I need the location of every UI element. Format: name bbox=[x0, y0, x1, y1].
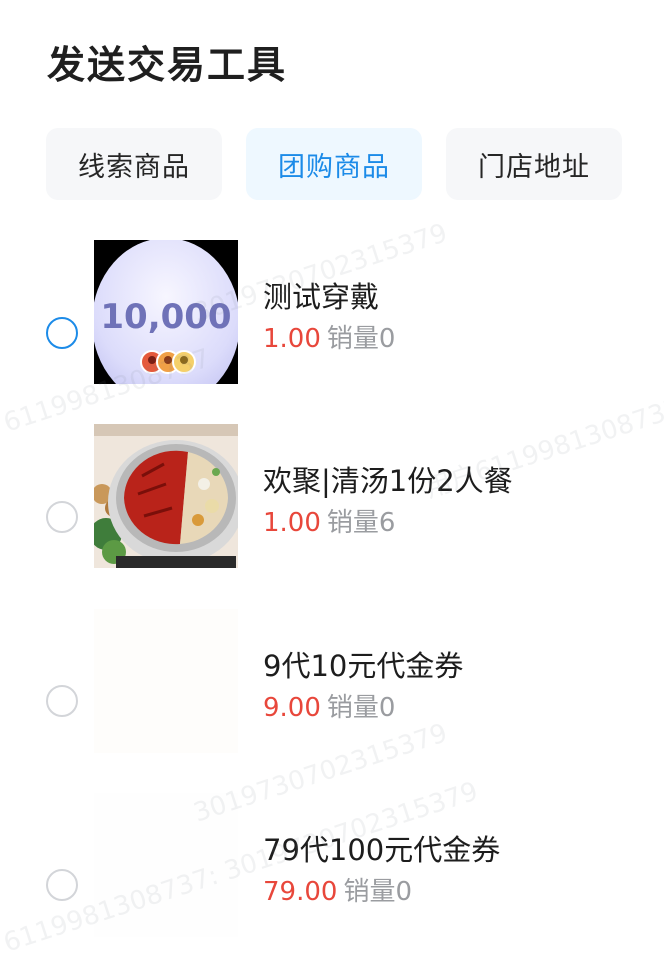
product-thumbnail bbox=[94, 424, 238, 568]
product-meta: 79.00 销量0 bbox=[263, 871, 412, 908]
product-price: 9.00 bbox=[263, 693, 321, 723]
product-meta: 9.00 销量0 bbox=[263, 687, 395, 724]
tool-tabs: 线索商品 团购商品 门店地址 bbox=[46, 128, 622, 200]
product-radio[interactable] bbox=[46, 685, 78, 717]
product-name: 9代10元代金券 bbox=[263, 649, 464, 683]
product-name: 测试穿戴 bbox=[263, 280, 380, 314]
product-radio[interactable] bbox=[46, 869, 78, 901]
tab-lead-products[interactable]: 线索商品 bbox=[46, 128, 222, 200]
product-meta: 1.00 销量6 bbox=[263, 502, 395, 539]
product-price: 79.00 bbox=[263, 877, 338, 907]
panel-title: 发送交易工具 bbox=[47, 43, 288, 87]
product-price: 1.00 bbox=[263, 324, 321, 354]
hotpot-image bbox=[94, 424, 238, 568]
product-name: 79代100元代金券 bbox=[263, 833, 501, 867]
product-item[interactable]: 9代10元代金券 9.00 销量0 bbox=[0, 609, 664, 759]
product-sales: 销量0 bbox=[326, 324, 396, 354]
product-radio-selected[interactable] bbox=[46, 317, 78, 349]
product-sales: 销量6 bbox=[326, 508, 396, 538]
thumb-number: 10,000 bbox=[100, 297, 231, 337]
product-thumbnail: 10,000 bbox=[94, 240, 238, 384]
tab-store-address[interactable]: 门店地址 bbox=[446, 128, 622, 200]
product-radio[interactable] bbox=[46, 501, 78, 533]
product-sales: 销量0 bbox=[326, 693, 396, 723]
product-item[interactable]: 10,000 测试穿戴 1.00 销量0 bbox=[0, 240, 664, 390]
product-item[interactable]: 79代100元代金券 79.00 销量0 bbox=[0, 793, 664, 943]
tab-group-buy-products[interactable]: 团购商品 bbox=[246, 128, 422, 200]
badge-image: 10,000 bbox=[94, 240, 238, 384]
product-thumbnail-placeholder bbox=[94, 609, 238, 753]
send-trade-tools-panel: 发送交易工具 线索商品 团购商品 门店地址 10,000 测试穿戴 1.00 销… bbox=[0, 0, 664, 962]
product-item[interactable]: 欢聚|清汤1份2人餐 1.00 销量6 bbox=[0, 424, 664, 574]
product-name: 欢聚|清汤1份2人餐 bbox=[263, 464, 513, 498]
product-sales: 销量0 bbox=[343, 877, 412, 907]
product-meta: 1.00 销量0 bbox=[263, 318, 395, 355]
product-price: 1.00 bbox=[263, 508, 321, 538]
product-thumbnail-placeholder bbox=[94, 793, 238, 937]
